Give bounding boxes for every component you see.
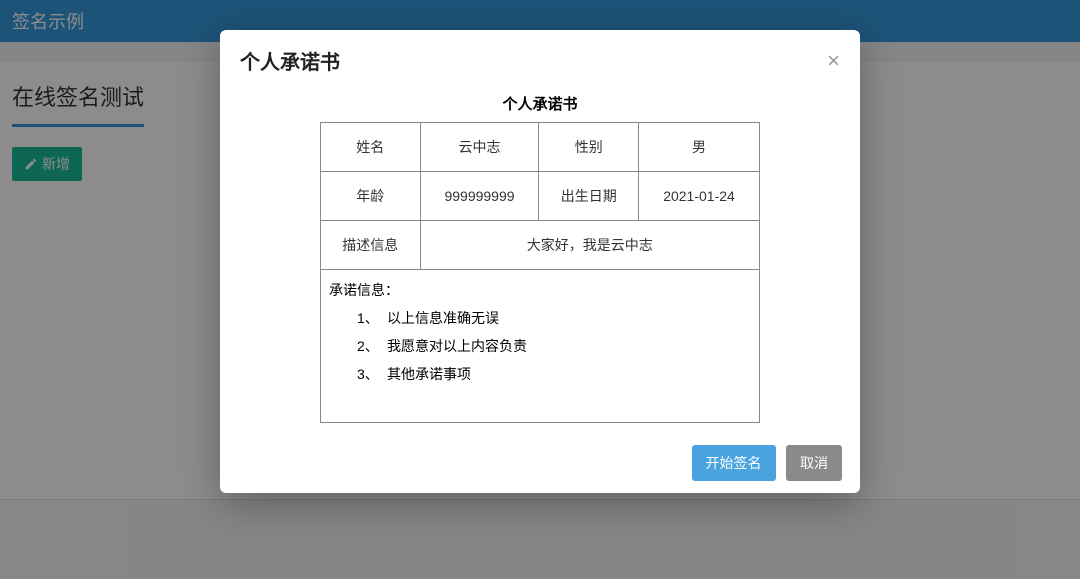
- modal-backdrop[interactable]: 个人承诺书 × 个人承诺书 姓名 云中志 性别 男 年龄 999999999 出…: [0, 0, 1080, 579]
- table-row: 年龄 999999999 出生日期 2021-01-24: [321, 172, 760, 221]
- document-heading: 个人承诺书: [320, 93, 760, 114]
- name-label: 姓名: [321, 123, 421, 172]
- table-row: 描述信息 大家好，我是云中志: [321, 221, 760, 270]
- list-item: 以上信息准确无误: [357, 308, 751, 328]
- modal-footer: 开始签名 取消: [220, 433, 860, 493]
- gender-label: 性别: [539, 123, 639, 172]
- desc-value: 大家好，我是云中志: [420, 221, 759, 270]
- commitment-box: 承诺信息： 以上信息准确无误 我愿意对以上内容负责 其他承诺事项: [320, 270, 760, 423]
- modal-header: 个人承诺书 ×: [220, 30, 860, 87]
- gender-value: 男: [639, 123, 760, 172]
- table-row: 姓名 云中志 性别 男: [321, 123, 760, 172]
- age-value: 999999999: [420, 172, 539, 221]
- cancel-button[interactable]: 取消: [786, 445, 842, 481]
- list-item: 我愿意对以上内容负责: [357, 336, 751, 356]
- dob-value: 2021-01-24: [639, 172, 760, 221]
- name-value: 云中志: [420, 123, 539, 172]
- commitment-list: 以上信息准确无误 我愿意对以上内容负责 其他承诺事项: [329, 308, 751, 384]
- modal-body[interactable]: 个人承诺书 姓名 云中志 性别 男 年龄 999999999 出生日期 2021…: [220, 87, 860, 433]
- start-sign-button[interactable]: 开始签名: [692, 445, 776, 481]
- close-icon[interactable]: ×: [827, 50, 840, 72]
- modal-dialog: 个人承诺书 × 个人承诺书 姓名 云中志 性别 男 年龄 999999999 出…: [220, 30, 860, 493]
- commitment-title: 承诺信息：: [329, 280, 751, 300]
- document: 个人承诺书 姓名 云中志 性别 男 年龄 999999999 出生日期 2021…: [320, 93, 760, 423]
- info-table: 姓名 云中志 性别 男 年龄 999999999 出生日期 2021-01-24…: [320, 122, 760, 270]
- age-label: 年龄: [321, 172, 421, 221]
- desc-label: 描述信息: [321, 221, 421, 270]
- list-item: 其他承诺事项: [357, 364, 751, 384]
- dob-label: 出生日期: [539, 172, 639, 221]
- modal-title: 个人承诺书: [240, 46, 340, 75]
